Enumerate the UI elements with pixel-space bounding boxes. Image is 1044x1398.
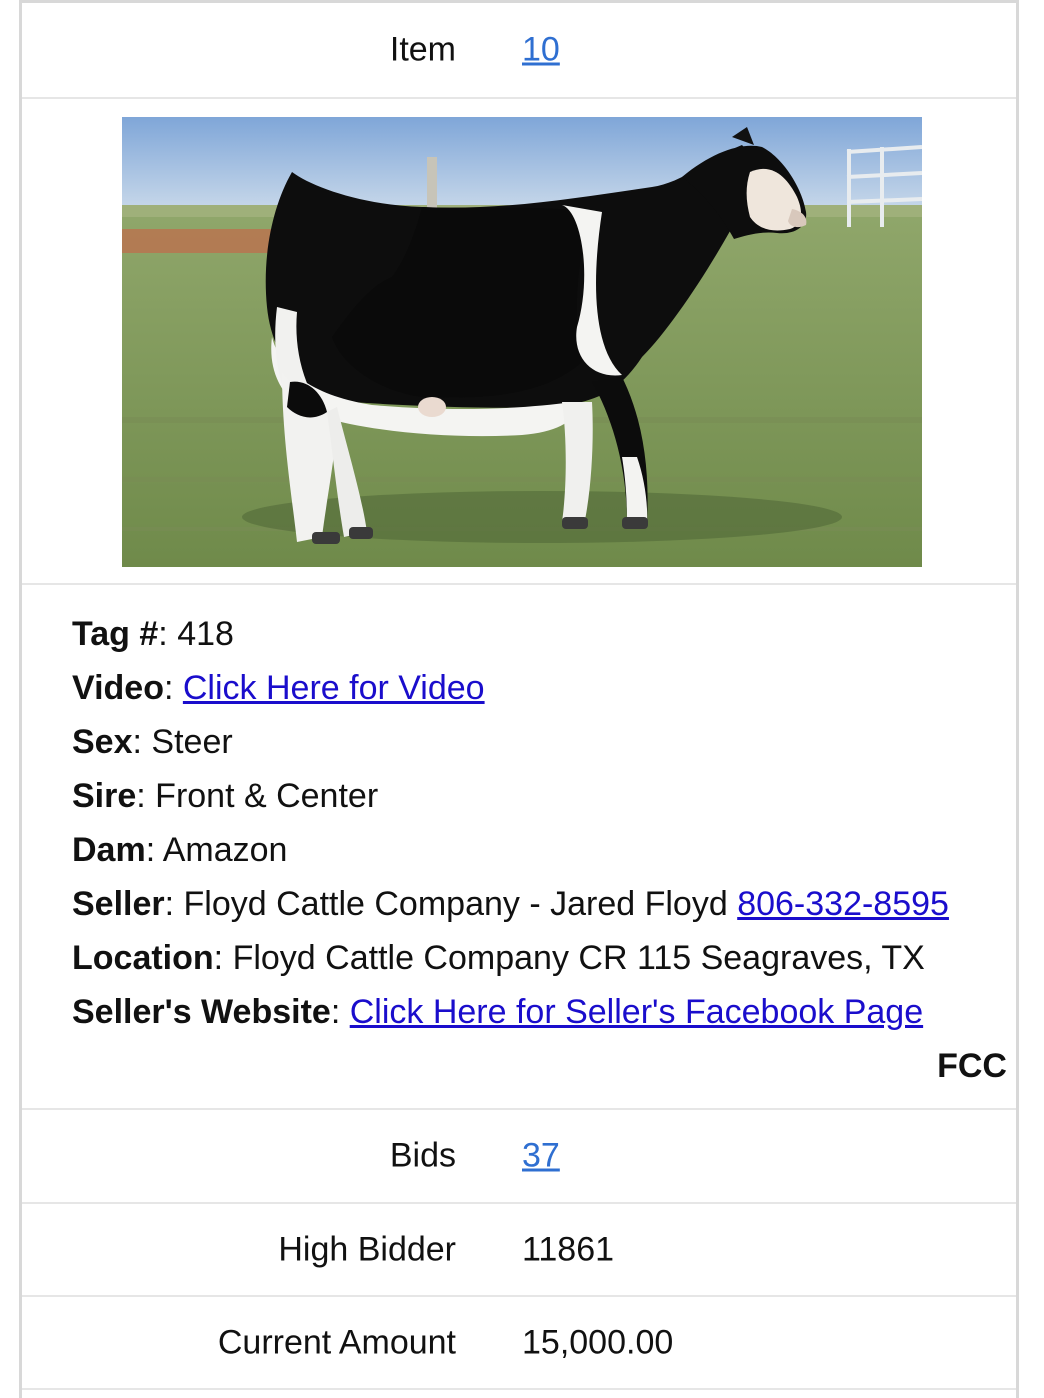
location-label: Location bbox=[72, 939, 214, 977]
high-bidder-row: High Bidder 11861 bbox=[22, 1204, 1016, 1297]
item-row: Item 10 bbox=[22, 3, 1016, 99]
sire-label: Sire bbox=[72, 777, 137, 815]
location-value: Floyd Cattle Company CR 115 Seagraves, T… bbox=[232, 939, 925, 977]
lot-details: Tag #: 418 Video: Click Here for Video S… bbox=[72, 607, 1007, 1093]
current-amount-label: Current Amount bbox=[217, 1323, 456, 1361]
high-bidder-value: 11861 bbox=[522, 1230, 615, 1268]
steer-photo bbox=[122, 117, 922, 567]
tag-value: 418 bbox=[177, 615, 234, 653]
video-line: Video: Click Here for Video bbox=[72, 669, 485, 707]
sire-line: Sire: Front & Center bbox=[72, 777, 379, 815]
seller-label: Seller bbox=[72, 885, 165, 923]
video-link[interactable]: Click Here for Video bbox=[183, 669, 485, 707]
tag-line: Tag #: 418 bbox=[72, 615, 234, 653]
facebook-page-link[interactable]: Click Here for Seller's Facebook Page bbox=[350, 993, 923, 1031]
details-row: Tag #: 418 Video: Click Here for Video S… bbox=[22, 585, 1016, 1110]
dam-label: Dam bbox=[72, 831, 146, 869]
website-line: Seller's Website: Click Here for Seller'… bbox=[72, 993, 924, 1031]
dam-line: Dam: Amazon bbox=[72, 831, 288, 869]
current-amount-row: Current Amount 15,000.00 bbox=[22, 1297, 1016, 1390]
seller-line: Seller: Floyd Cattle Company - Jared Flo… bbox=[72, 885, 949, 923]
high-bidder-label: High Bidder bbox=[278, 1230, 456, 1268]
dam-value: Amazon bbox=[162, 831, 288, 869]
tag-label: Tag # bbox=[72, 615, 159, 653]
bids-label: Bids bbox=[389, 1136, 456, 1175]
item-number-link[interactable]: 10 bbox=[522, 31, 560, 70]
sire-value: Front & Center bbox=[155, 777, 379, 815]
seller-code: FCC bbox=[937, 1047, 1007, 1085]
sex-label: Sex bbox=[72, 723, 133, 761]
item-label: Item bbox=[389, 30, 456, 69]
bids-row: Bids 37 bbox=[22, 1110, 1016, 1204]
sex-line: Sex: Steer bbox=[72, 723, 233, 761]
photo-row bbox=[22, 99, 1016, 585]
seller-value: Floyd Cattle Company - Jared Floyd bbox=[183, 885, 728, 923]
sex-value: Steer bbox=[151, 723, 233, 761]
seller-phone-link[interactable]: 806-332-8595 bbox=[737, 885, 949, 923]
video-label: Video bbox=[72, 669, 164, 707]
location-line: Location: Floyd Cattle Company CR 115 Se… bbox=[72, 939, 925, 977]
current-amount-value: 15,000.00 bbox=[522, 1323, 674, 1361]
bids-count-link[interactable]: 37 bbox=[522, 1137, 560, 1176]
lot-card: Item 10 Tag #: 418 Video: Click Here for… bbox=[19, 0, 1019, 1398]
website-label: Seller's Website bbox=[72, 993, 331, 1031]
